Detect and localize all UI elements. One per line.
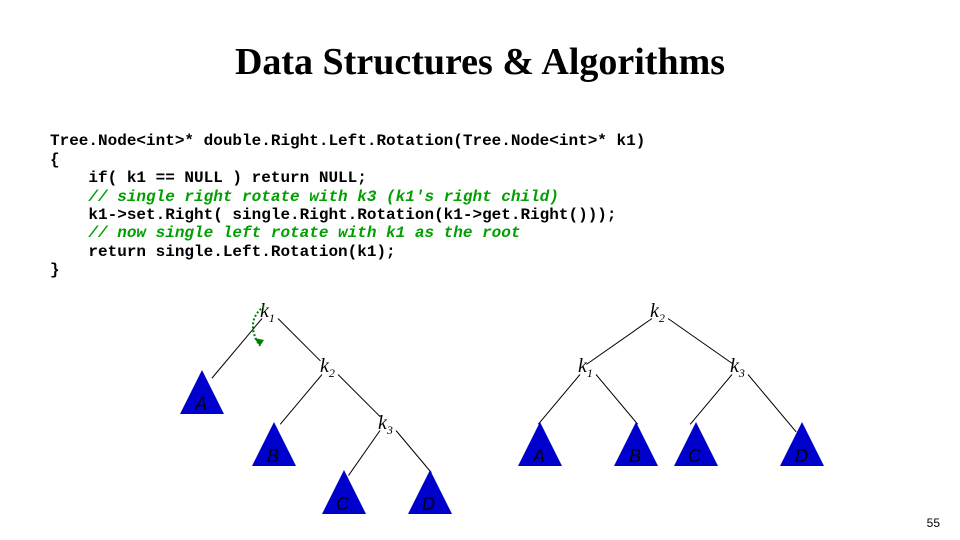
- edge: [396, 430, 432, 473]
- code-line: return single.Left.Rotation(k1);: [50, 243, 396, 261]
- subtree-label-C: C: [688, 446, 701, 467]
- node-k2-right: k2: [650, 300, 665, 326]
- edge: [348, 430, 380, 476]
- subtree-label-A: A: [533, 446, 545, 467]
- code-comment: // now single left rotate with k1 as the…: [50, 224, 520, 242]
- edge: [586, 318, 652, 365]
- subtree-label-A: A: [195, 394, 207, 415]
- node-k2-left: k2: [320, 355, 335, 381]
- node-k3-left: k3: [378, 412, 393, 438]
- code-line: k1->set.Right( single.Right.Rotation(k1-…: [50, 206, 617, 224]
- code-line: if( k1 == NULL ) return NULL;: [50, 169, 367, 187]
- slide-title: Data Structures & Algorithms: [0, 0, 960, 114]
- rotation-arrow-icon: [242, 302, 272, 352]
- edge: [596, 374, 639, 424]
- subtree-label-D: D: [422, 494, 435, 515]
- code-line: {: [50, 151, 60, 169]
- node-k1-right: k1: [578, 355, 593, 381]
- code-comment: // single right rotate with k3 (k1's rig…: [50, 188, 559, 206]
- edge: [280, 374, 323, 424]
- edge: [690, 374, 733, 424]
- page-number: 55: [927, 516, 940, 530]
- code-line: Tree.Node<int>* double.Right.Left.Rotati…: [50, 132, 645, 150]
- edge: [278, 318, 321, 361]
- edge: [668, 318, 734, 365]
- code-line: }: [50, 261, 60, 279]
- edge: [538, 374, 581, 424]
- subtree-label-D: D: [795, 446, 808, 467]
- subtree-label-B: B: [267, 446, 279, 467]
- node-k3-right: k3: [730, 355, 745, 381]
- code-block: Tree.Node<int>* double.Right.Left.Rotati…: [0, 114, 960, 280]
- tree-diagram: k1 A k2 B k3 C D k2 k1 k: [0, 300, 960, 530]
- subtree-label-C: C: [336, 494, 349, 515]
- edge: [338, 374, 381, 417]
- subtree-label-B: B: [629, 446, 641, 467]
